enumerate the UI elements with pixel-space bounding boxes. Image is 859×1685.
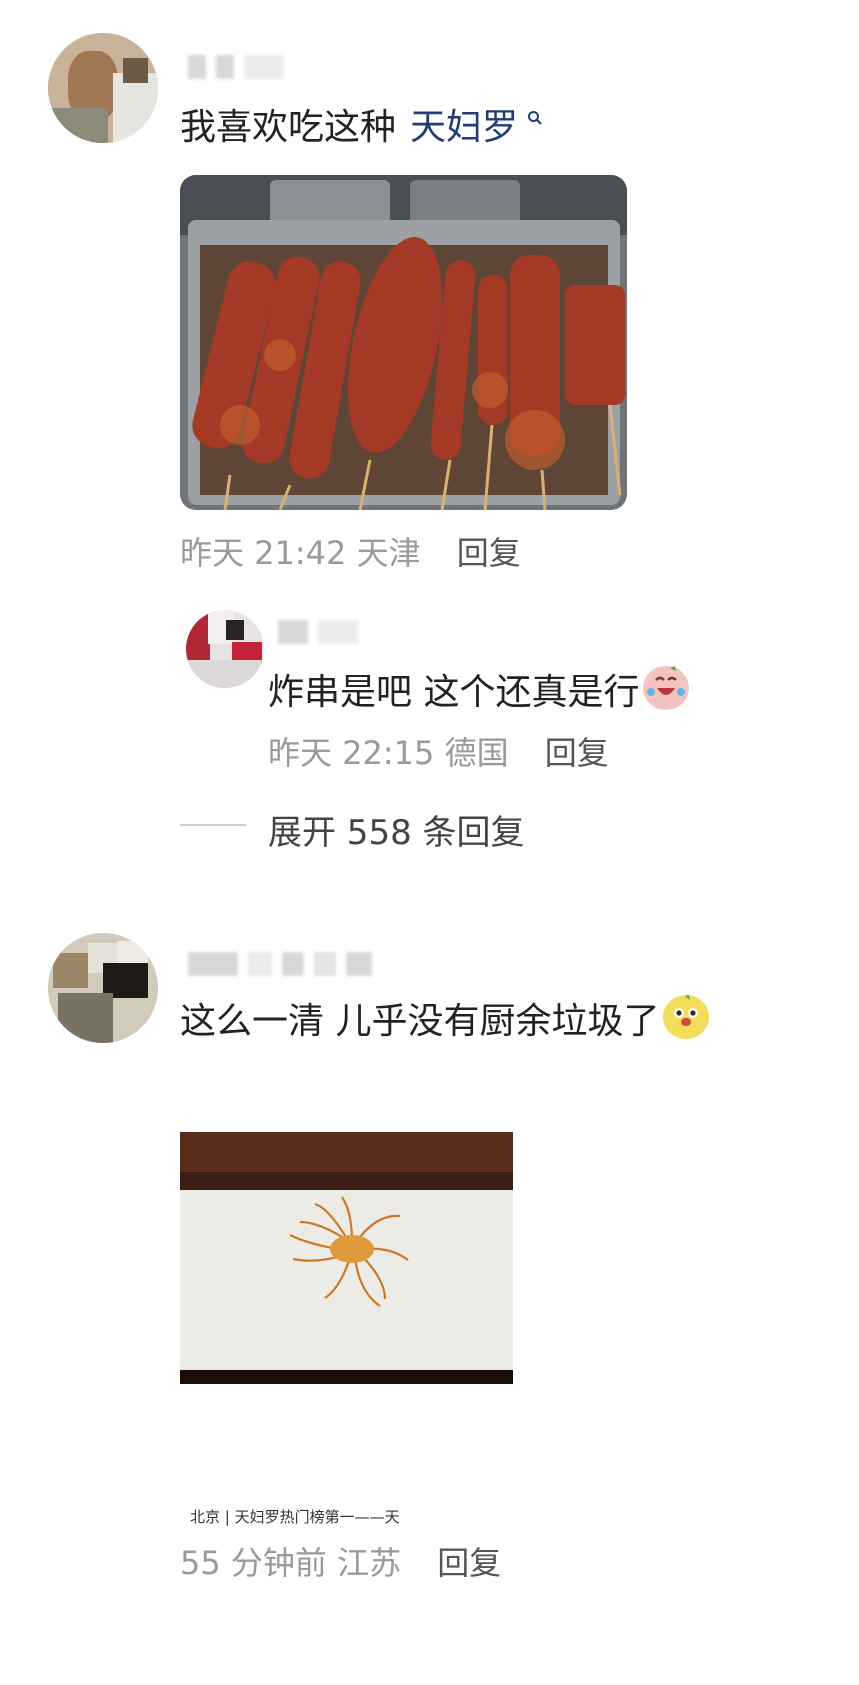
comment-meta: 昨天 21:42 天津 回复 xyxy=(180,528,521,574)
expand-replies-button[interactable]: 展开 558 条回复 xyxy=(268,805,525,854)
username-blurred[interactable] xyxy=(188,950,372,978)
laugh-cry-emoji-icon xyxy=(643,666,690,710)
reply-button[interactable]: 回复 xyxy=(457,534,521,572)
comment-item: 这么一清 儿乎没有厨余垃圾了 北京 | 天妇罗热门榜第一——天 55 分钟前 江… xyxy=(0,920,859,1685)
search-icon xyxy=(520,107,543,132)
username-blurred[interactable] xyxy=(278,618,358,646)
comment-body: 我喜欢吃这种 xyxy=(180,107,397,148)
reply-button[interactable]: 回复 xyxy=(437,1544,501,1582)
comment-body: 这么一清 儿乎没有厨余垃圾了 xyxy=(180,1001,660,1042)
avatar[interactable] xyxy=(48,933,158,1043)
comment-image-fried-dish[interactable] xyxy=(180,1132,513,1384)
comment-meta: 55 分钟前 江苏 回复 xyxy=(180,1538,501,1584)
expand-divider xyxy=(180,824,246,826)
reply-meta: 昨天 22:15 德国 回复 xyxy=(268,728,609,774)
reply-body: 炸串是吧 这个还真是行 xyxy=(268,672,640,713)
reply-time: 昨天 22:15 xyxy=(268,734,435,772)
avatar[interactable] xyxy=(48,33,158,143)
reply-item: 炸串是吧 这个还真是行 昨天 22:15 德国 回复 xyxy=(0,600,859,780)
comment-item: 我喜欢吃这种 天妇罗 昨天 21:42 天津 回复 xyxy=(0,0,859,572)
image-caption: 北京 | 天妇罗热门榜第一——天 xyxy=(190,1508,400,1526)
comment-time: 昨天 21:42 xyxy=(180,534,347,572)
comment-time: 55 分钟前 xyxy=(180,1544,327,1582)
comment-image-fried-skewers[interactable] xyxy=(180,175,627,510)
reply-location: 德国 xyxy=(444,734,509,772)
username-blurred[interactable] xyxy=(188,53,284,81)
comment-text: 我喜欢吃这种 天妇罗 xyxy=(180,96,543,152)
comment-text: 这么一清 儿乎没有厨余垃圾了 xyxy=(180,995,710,1046)
topic-link[interactable]: 天妇罗 xyxy=(410,107,518,148)
yellow-face-emoji-icon xyxy=(663,995,710,1039)
comment-location: 天津 xyxy=(356,534,421,572)
avatar[interactable] xyxy=(186,610,264,688)
comment-location: 江苏 xyxy=(337,1544,402,1582)
reply-button[interactable]: 回复 xyxy=(545,734,609,772)
reply-text: 炸串是吧 这个还真是行 xyxy=(268,666,690,717)
